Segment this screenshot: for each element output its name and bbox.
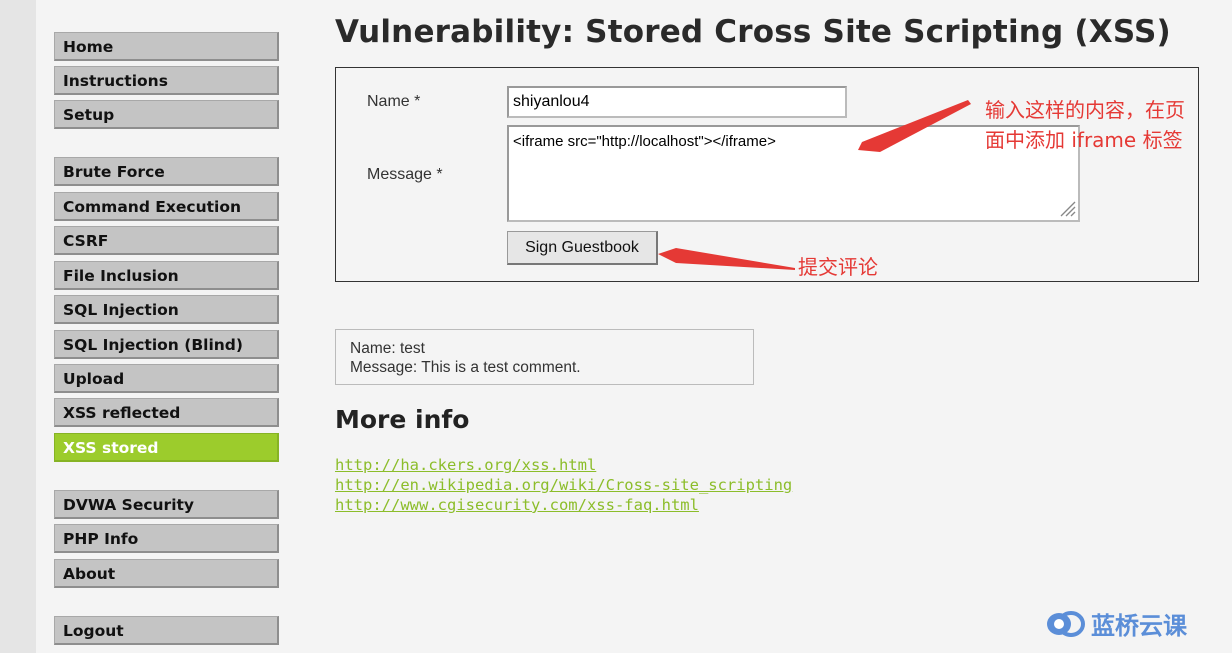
menu-item-csrf[interactable]: CSRF bbox=[54, 226, 279, 255]
menu-item-dvwa-security[interactable]: DVWA Security bbox=[54, 490, 279, 519]
menu-item-setup[interactable]: Setup bbox=[54, 100, 279, 129]
menu-item-file-inclusion[interactable]: File Inclusion bbox=[54, 261, 279, 290]
annotation-submit: 提交评论 bbox=[798, 255, 878, 279]
menu-item-xss-reflected[interactable]: XSS reflected bbox=[54, 398, 279, 427]
more-info-link[interactable]: http://en.wikipedia.org/wiki/Cross-site_… bbox=[335, 476, 792, 494]
lanqiao-logo-icon bbox=[1047, 610, 1085, 637]
comment-name: Name: test bbox=[350, 340, 425, 357]
sign-guestbook-button[interactable]: Sign Guestbook bbox=[507, 231, 658, 265]
menu-item-brute-force[interactable]: Brute Force bbox=[54, 157, 279, 186]
page-title: Vulnerability: Stored Cross Site Scripti… bbox=[335, 14, 1171, 50]
menu-item-home[interactable]: Home bbox=[54, 32, 279, 61]
menu-item-php-info[interactable]: PHP Info bbox=[54, 524, 279, 553]
menu-item-instructions[interactable]: Instructions bbox=[54, 66, 279, 95]
more-info-link[interactable]: http://ha.ckers.org/xss.html bbox=[335, 456, 596, 474]
name-label: Name * bbox=[367, 93, 421, 110]
resize-grip-icon[interactable] bbox=[1058, 199, 1076, 217]
menu-item-command-execution[interactable]: Command Execution bbox=[54, 192, 279, 221]
menu-item-sql-injection-blind[interactable]: SQL Injection (Blind) bbox=[54, 330, 279, 359]
menu-item-logout[interactable]: Logout bbox=[54, 616, 279, 645]
guestbook-comment: Name: test Message: This is a test comme… bbox=[335, 329, 754, 385]
name-input[interactable] bbox=[507, 86, 847, 118]
more-info-link[interactable]: http://www.cgisecurity.com/xss-faq.html bbox=[335, 496, 699, 514]
menu-item-xss-stored[interactable]: XSS stored bbox=[54, 433, 279, 462]
watermark: 蓝桥云课 bbox=[1045, 606, 1187, 641]
message-label: Message * bbox=[367, 166, 443, 183]
watermark-text: 蓝桥云课 bbox=[1091, 612, 1187, 640]
menu-item-about[interactable]: About bbox=[54, 559, 279, 588]
menu-item-sql-injection[interactable]: SQL Injection bbox=[54, 295, 279, 324]
annotation-input-line2: 面中添加 iframe 标签 bbox=[985, 128, 1183, 152]
annotation-input-line1: 输入这样的内容，在页 bbox=[985, 98, 1185, 122]
menu-item-upload[interactable]: Upload bbox=[54, 364, 279, 393]
more-info-heading: More info bbox=[335, 405, 470, 434]
comment-message: Message: This is a test comment. bbox=[350, 359, 581, 376]
